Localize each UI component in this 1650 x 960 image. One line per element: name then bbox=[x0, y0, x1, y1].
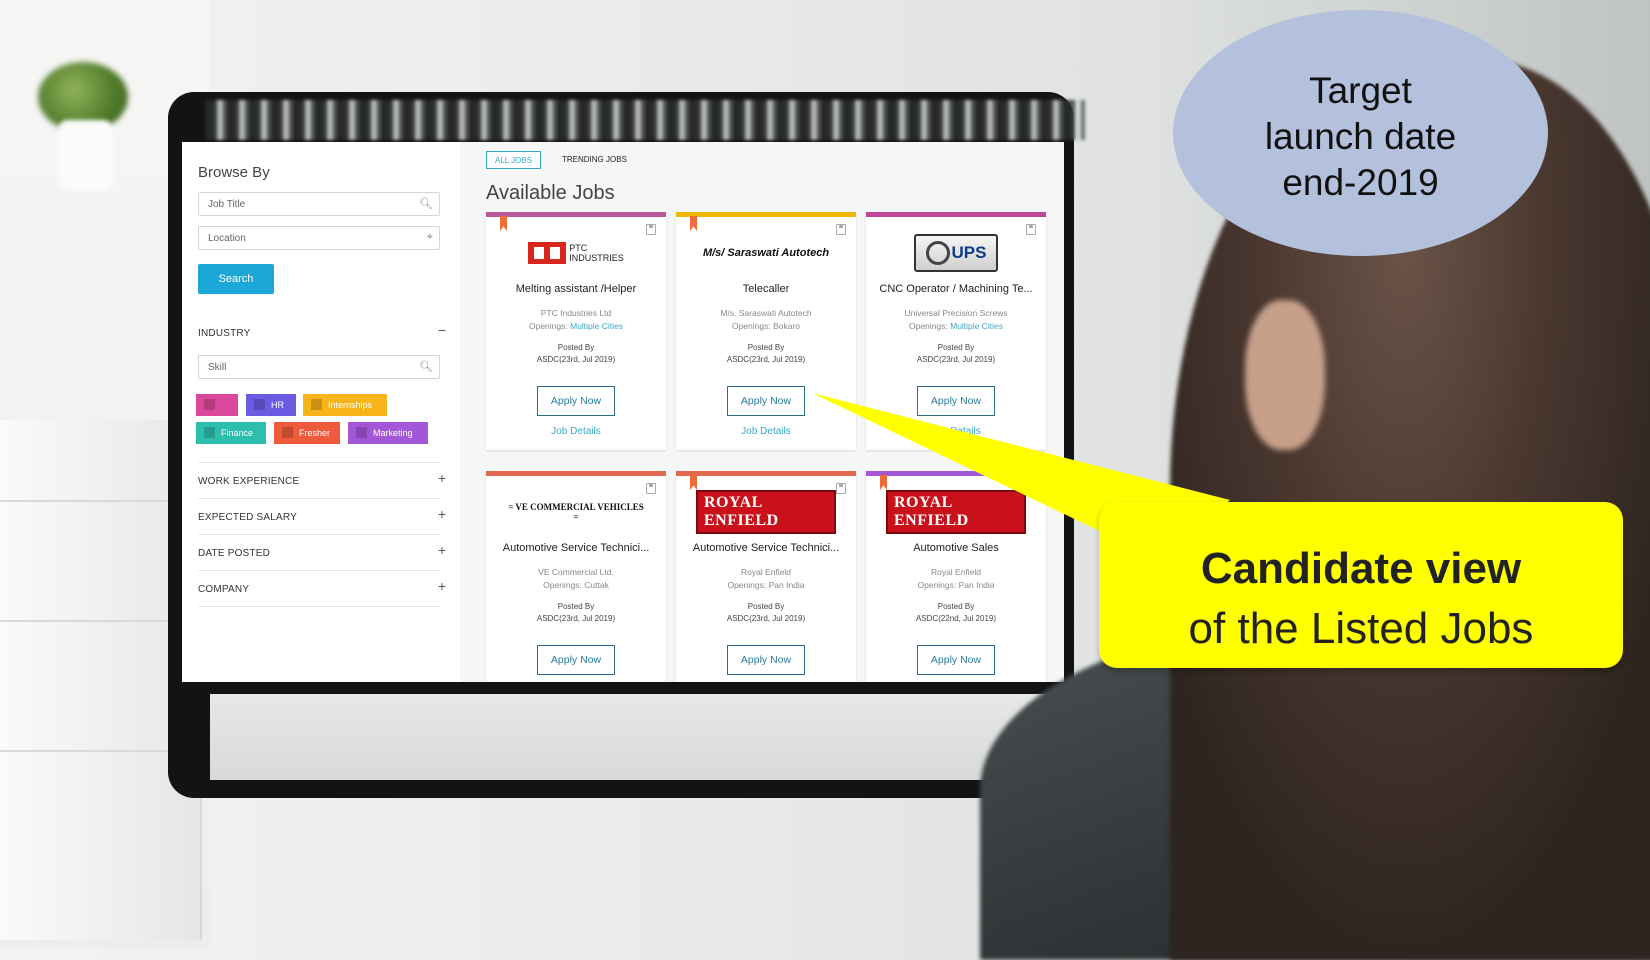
callout-title: Candidate view bbox=[1200, 544, 1522, 593]
callout-pointer bbox=[812, 393, 1230, 560]
callout-subtitle: of the Listed Jobs bbox=[1188, 604, 1534, 653]
